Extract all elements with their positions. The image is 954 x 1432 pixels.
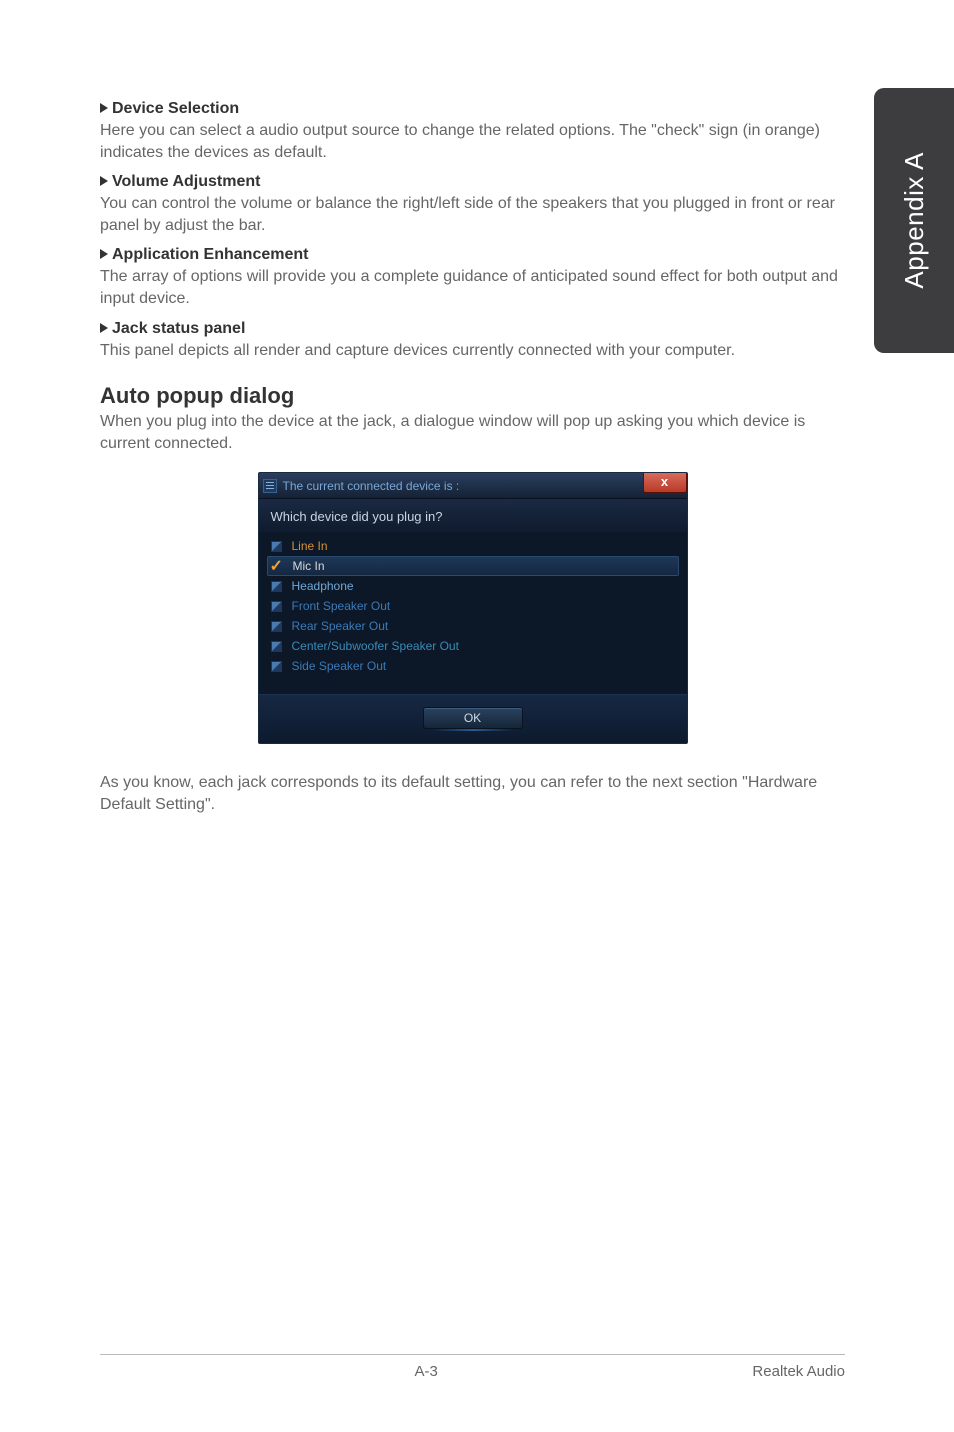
device-option[interactable]: Center/Subwoofer Speaker Out <box>267 636 679 656</box>
section-title-jack-status-panel: Jack status panel <box>100 320 845 338</box>
ok-button[interactable]: OK <box>423 707 523 729</box>
speaker-icon <box>263 479 277 493</box>
device-list: Line In Mic In Headphone Front Speaker Out R… <box>259 532 687 694</box>
dialog-titlebar: The current connected device is : x <box>259 473 687 499</box>
section-body: This panel depicts all render and captur… <box>100 340 845 362</box>
jack-icon <box>271 641 282 652</box>
device-label: Mic In <box>293 559 325 573</box>
triangle-icon <box>100 176 108 186</box>
dialog-question: Which device did you plug in? <box>259 499 687 532</box>
jack-icon <box>271 581 282 592</box>
jack-icon <box>271 661 282 672</box>
dialog-footer: OK <box>259 694 687 743</box>
page-number: A-3 <box>100 1363 752 1380</box>
device-label: Rear Speaker Out <box>292 619 389 633</box>
jack-icon <box>271 621 282 632</box>
triangle-icon <box>100 249 108 259</box>
page-footer: A-3 Realtek Audio <box>100 1354 845 1380</box>
check-icon <box>272 561 283 572</box>
device-label: Front Speaker Out <box>292 599 391 613</box>
device-option[interactable]: Mic In <box>267 556 679 576</box>
side-tab: Appendix A <box>874 88 954 353</box>
dialog-window: The current connected device is : x Whic… <box>258 472 688 744</box>
jack-icon <box>271 601 282 612</box>
triangle-icon <box>100 323 108 333</box>
footer-right: Realtek Audio <box>752 1363 845 1380</box>
device-label: Side Speaker Out <box>292 659 387 673</box>
side-tab-label: Appendix A <box>899 152 930 289</box>
device-option[interactable]: Side Speaker Out <box>267 656 679 676</box>
device-label: Headphone <box>292 579 354 593</box>
device-label: Line In <box>292 539 328 553</box>
jack-icon <box>271 541 282 552</box>
dialog-screenshot: The current connected device is : x Whic… <box>100 472 845 744</box>
auto-popup-intro: When you plug into the device at the jac… <box>100 411 845 454</box>
after-dialog-text: As you know, each jack corresponds to it… <box>100 772 845 815</box>
heading-auto-popup: Auto popup dialog <box>100 383 845 409</box>
section-body: You can control the volume or balance th… <box>100 193 845 236</box>
dialog-title-text: The current connected device is : <box>283 479 460 493</box>
section-title-device-selection: Device Selection <box>100 100 845 118</box>
triangle-icon <box>100 103 108 113</box>
section-title-application-enhancement: Application Enhancement <box>100 246 845 264</box>
device-option[interactable]: Rear Speaker Out <box>267 616 679 636</box>
device-label: Center/Subwoofer Speaker Out <box>292 639 459 653</box>
page-content: Device Selection Here you can select a a… <box>100 90 845 816</box>
device-option[interactable]: Headphone <box>267 576 679 596</box>
section-title-volume-adjustment: Volume Adjustment <box>100 173 845 191</box>
section-body: Here you can select a audio output sourc… <box>100 120 845 163</box>
device-option[interactable]: Line In <box>267 536 679 556</box>
close-button[interactable]: x <box>643 473 687 493</box>
device-option[interactable]: Front Speaker Out <box>267 596 679 616</box>
section-body: The array of options will provide you a … <box>100 266 845 309</box>
